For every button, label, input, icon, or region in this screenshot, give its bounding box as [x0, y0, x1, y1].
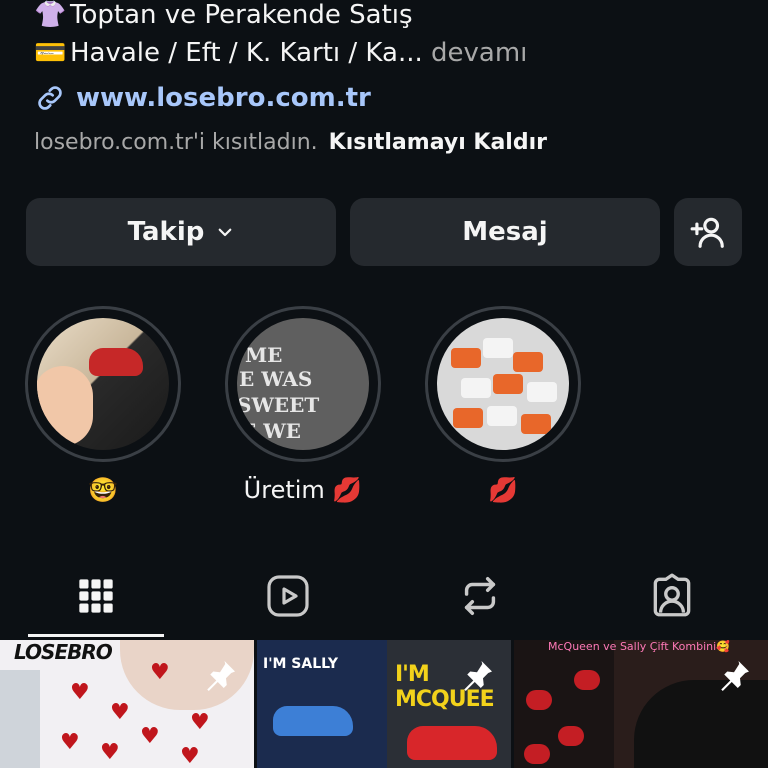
chevron-down-icon	[219, 228, 232, 237]
shirt-emoji: 👚	[34, 0, 67, 30]
pin-icon	[464, 661, 492, 691]
cover-text: E WE	[241, 419, 301, 443]
website-link[interactable]: www.losebro.com.tr	[34, 82, 371, 114]
highlight-cover-image	[437, 318, 569, 450]
card-emoji: 💳	[34, 38, 67, 68]
post-overlay-text: I'M SALLY	[263, 656, 339, 672]
cover-text: ME	[245, 343, 283, 367]
highlight-2[interactable]: ME E WAS SWEET E WE Üretim 💋	[224, 306, 382, 504]
restriction-text: losebro.com.tr'i kısıtladın.	[34, 130, 318, 155]
bio-text-1: Toptan ve Perakende Satış	[70, 0, 413, 30]
website-link-text[interactable]: www.losebro.com.tr	[76, 83, 371, 113]
highlight-cover-image: ME E WAS SWEET E WE	[237, 318, 369, 450]
pin-icon	[721, 661, 749, 691]
follow-label: Takip	[127, 217, 205, 247]
follow-button[interactable]: Takip	[26, 198, 336, 266]
tagged-icon	[653, 573, 691, 617]
tab-posts[interactable]	[0, 556, 192, 636]
post-thumbnail[interactable]: I'M SALLY I'M MCQUEE	[257, 640, 511, 768]
cover-text: SWEET	[237, 393, 320, 417]
cover-text: E WAS	[239, 367, 313, 391]
active-tab-indicator	[28, 634, 164, 637]
post-overlay-text: McQueen ve Sally Çift Kombini🥰	[548, 640, 730, 653]
grid-icon	[79, 579, 113, 613]
message-button[interactable]: Mesaj	[350, 198, 660, 266]
highlight-label: 🤓	[88, 476, 118, 504]
highlight-cover-image	[37, 318, 169, 450]
profile-tabs	[0, 556, 768, 640]
unrestrict-button[interactable]: Kısıtlamayı Kaldır	[329, 130, 547, 155]
highlight-1[interactable]: 🤓	[24, 306, 182, 504]
restriction-notice: losebro.com.tr'i kısıtladın. Kısıtlamayı…	[34, 130, 547, 155]
tab-reels[interactable]	[192, 556, 384, 636]
add-person-button[interactable]	[674, 198, 742, 266]
tab-tagged[interactable]	[576, 556, 768, 636]
highlight-label: 💋	[488, 476, 518, 504]
reels-icon	[267, 575, 309, 617]
add-person-icon	[690, 217, 724, 248]
pin-icon	[207, 661, 235, 691]
post-thumbnail[interactable]: ♥ ♥ ♥ ♥ ♥ ♥ ♥ ♥ LOSEBRO	[0, 640, 254, 768]
bio-line-2: 💳 Havale / Eft / K. Kartı / Ka... devamı	[34, 36, 527, 70]
post-thumbnail[interactable]: McQueen ve Sally Çift Kombini🥰	[514, 640, 768, 768]
reposts-icon	[464, 577, 496, 615]
highlight-ring: ME E WAS SWEET E WE	[225, 306, 381, 462]
message-label: Mesaj	[462, 217, 548, 247]
link-icon	[38, 86, 62, 110]
highlight-3[interactable]: 💋	[424, 306, 582, 504]
highlight-ring	[25, 306, 181, 462]
post-overlay-text: LOSEBRO	[14, 640, 113, 664]
bio-line-1: 👚 Toptan ve Perakende Satış	[34, 0, 413, 32]
highlight-ring	[425, 306, 581, 462]
post-grid: ♥ ♥ ♥ ♥ ♥ ♥ ♥ ♥ LOSEBRO I'M SALLY I'M MC…	[0, 640, 768, 768]
bio-more-link[interactable]: devamı	[431, 38, 527, 68]
highlight-label: Üretim 💋	[243, 476, 363, 504]
bio-text-2: Havale / Eft / K. Kartı / Ka...	[70, 38, 423, 68]
tab-reposts[interactable]	[384, 556, 576, 636]
